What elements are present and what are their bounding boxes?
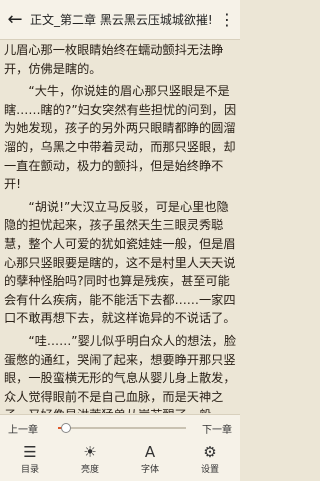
font-button[interactable]: A 字体: [120, 441, 180, 481]
brightness-icon: ☀: [83, 443, 97, 461]
brightness-button[interactable]: ☀ 亮度: [60, 441, 120, 481]
settings-button[interactable]: ⚙ 设置: [180, 441, 240, 481]
settings-gear-icon: ⚙: [203, 443, 217, 461]
top-navigation-bar: ← 正文_第二章 黑云黑云压城城欲摧! ⋮: [0, 0, 240, 40]
tool-label: 字体: [140, 465, 159, 475]
back-button[interactable]: ←: [0, 0, 30, 40]
font-icon: A: [144, 443, 156, 461]
previous-chapter-button[interactable]: 上一章: [8, 421, 38, 436]
tool-label: 亮度: [80, 465, 99, 475]
reader-control-bar: 上一章 下一章 ☰ 目录 ☀ 亮度 A 字体 ⚙ 设置: [0, 414, 240, 481]
chapter-progress-row: 上一章 下一章: [0, 415, 240, 441]
progress-slider[interactable]: [58, 423, 186, 433]
more-vertical-icon: ⋮: [219, 10, 235, 29]
paragraph: 儿眉心那一枚眼睛始终在蠕动颤抖无法睁开，仿佛是瞎的。: [4, 43, 224, 76]
arrow-left-icon: ←: [7, 9, 23, 30]
paragraph: “胡说!”大汉立马反驳，可是心里也隐隐的担忧起来，孩子虽然天生三眼灵秀聪慧，整个…: [4, 199, 236, 326]
progress-slider-thumb[interactable]: [60, 423, 71, 433]
menu-list-icon: ☰: [23, 443, 37, 461]
tool-label: 目录: [20, 465, 39, 475]
next-chapter-button[interactable]: 下一章: [202, 421, 232, 436]
chapter-title: 正文_第二章 黑云黑云压城城欲摧!: [30, 13, 213, 27]
tool-label: 设置: [200, 465, 219, 475]
reading-content[interactable]: 儿眉心那一枚眼睛始终在蠕动颤抖无法睁开，仿佛是瞎的。 “大牛，你说娃的眉心那只竖…: [4, 41, 237, 413]
paragraph: “哇……”婴儿似乎明白众人的想法，脸蛋憋的通红，哭闹了起来，想要睁开那只竖眼，一…: [4, 333, 237, 413]
more-options-button[interactable]: ⋮: [214, 0, 240, 40]
table-of-contents-button[interactable]: ☰ 目录: [0, 441, 60, 481]
reader-toolbar: ☰ 目录 ☀ 亮度 A 字体 ⚙ 设置: [0, 441, 240, 481]
paragraph: “大牛，你说娃的眉心那只竖眼是不是瞎……瞎的?”妇女突然有些担忧的问到，因为她发…: [4, 84, 237, 192]
